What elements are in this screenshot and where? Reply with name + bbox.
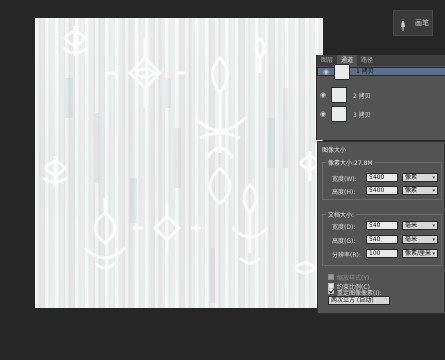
pixel-height-unit: 像素 <box>405 187 418 194</box>
doc-height-unit-select[interactable]: 毫米 ▾ <box>402 235 438 244</box>
document-canvas[interactable] <box>35 18 323 308</box>
doc-width-unit: 毫米 <box>405 222 418 229</box>
pixel-width-unit: 像素 <box>405 174 418 181</box>
doc-height-label: 高度(G): <box>332 238 356 245</box>
pixel-height-unit-select[interactable]: 像素 ▾ <box>402 186 438 195</box>
pixel-width-input[interactable]: 5400 <box>366 173 398 182</box>
resolution-label: 分辨率(R): <box>332 252 361 259</box>
pixel-dimensions-label: 像素大小:27.8M <box>326 158 375 167</box>
channel-row[interactable]: ◉ 3 拷贝 <box>317 105 445 123</box>
image-size-dialog: 图像大小 像素大小:27.8M 宽度(W): 5400 像素 ▾ 高度(H): 5… <box>317 141 445 314</box>
channel-thumbnail <box>334 63 350 80</box>
channel-name: 1 拷贝 <box>356 67 374 75</box>
scale-styles-checkbox[interactable] <box>328 274 334 280</box>
brush-icon <box>399 17 411 31</box>
chevron-down-icon: ▾ <box>432 223 435 229</box>
dialog-title: 图像大小 <box>322 147 347 154</box>
resample-method-value: 两次立方 (自动) <box>331 297 374 304</box>
chevron-down-icon: ▾ <box>432 188 435 194</box>
channels-panel: 图层 通道 路径 ◉ 1 拷贝 ◉ 2 拷贝 ◉ 3 拷贝 <box>316 55 445 140</box>
resolution-unit-select[interactable]: 像素/厘米 ▾ <box>402 249 438 258</box>
channel-row[interactable]: ◉ 1 拷贝 <box>317 63 445 80</box>
visibility-eye-icon[interactable]: ◉ <box>320 68 332 76</box>
resample-method-select[interactable]: 两次立方 (自动) <box>328 296 390 305</box>
pixel-width-unit-select[interactable]: 像素 ▾ <box>402 173 438 182</box>
brush-panel-button[interactable]: 画笔 <box>393 10 433 36</box>
document-size-label: 文档大小: <box>326 210 357 219</box>
resample-checkbox[interactable] <box>328 288 334 294</box>
channel-thumbnail <box>331 87 347 103</box>
resolution-input[interactable]: 100 <box>366 249 398 258</box>
channel-row[interactable]: ◉ 2 拷贝 <box>317 86 445 104</box>
channel-name: 3 拷贝 <box>353 111 371 119</box>
doc-height-unit: 毫米 <box>405 236 418 243</box>
doc-width-unit-select[interactable]: 毫米 ▾ <box>402 221 438 230</box>
chevron-down-icon: ▾ <box>432 237 435 243</box>
chevron-down-icon: ▾ <box>432 175 435 181</box>
doc-width-label: 宽度(D): <box>332 224 356 231</box>
resolution-unit: 像素/厘米 <box>405 250 432 257</box>
channel-name: 2 拷贝 <box>353 92 371 100</box>
doc-height-input[interactable]: 540 <box>366 235 398 244</box>
tab-paths[interactable]: 路径 <box>357 55 377 66</box>
channel-thumbnail <box>331 106 347 122</box>
scale-styles-label: 缩放样式(Y) <box>337 275 370 282</box>
pixel-height-input[interactable]: 5400 <box>366 186 398 195</box>
damask-pattern <box>42 26 322 303</box>
visibility-eye-icon[interactable]: ◉ <box>317 110 329 118</box>
pixel-width-label: 宽度(W): <box>332 176 357 183</box>
brush-label: 画笔 <box>415 19 429 27</box>
pixel-height-label: 高度(H): <box>332 189 356 196</box>
doc-width-input[interactable]: 540 <box>366 221 398 230</box>
visibility-eye-icon[interactable]: ◉ <box>317 91 329 99</box>
chevron-down-icon: ▾ <box>432 251 435 257</box>
